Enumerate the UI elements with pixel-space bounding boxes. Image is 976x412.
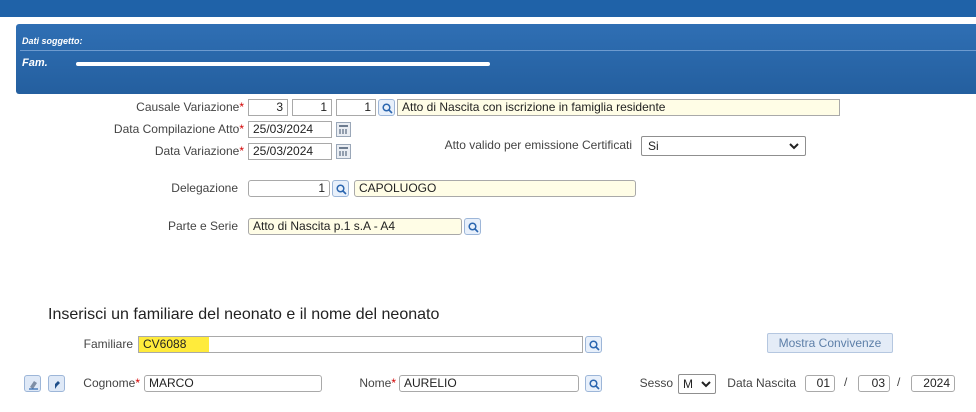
nome-search-button[interactable] bbox=[585, 375, 602, 392]
data-nascita-month-input[interactable]: 03 bbox=[858, 375, 890, 392]
familiare-label: Familiare bbox=[83, 337, 133, 351]
causale-code2-input[interactable]: 1 bbox=[292, 99, 332, 116]
family-label: Fam. bbox=[22, 57, 48, 69]
familiare-section-title: Inserisci un familiare del neonato e il … bbox=[48, 306, 440, 323]
atto-valido-label: Atto valido per emissione Certificati bbox=[444, 138, 632, 152]
data-nascita-year-input[interactable]: 2024 bbox=[911, 375, 955, 392]
causale-label: Causale Variazione* bbox=[136, 100, 244, 114]
nome-input[interactable]: AURELIO bbox=[399, 375, 579, 392]
parte-serie-search-button[interactable] bbox=[464, 218, 481, 235]
mostra-convivenze-button[interactable]: Mostra Convivenze bbox=[767, 333, 893, 353]
data-compilazione-input[interactable]: 25/03/2024 bbox=[248, 121, 332, 138]
familiare-input[interactable]: CV6088 bbox=[138, 336, 583, 353]
causale-search-button[interactable] bbox=[378, 99, 395, 116]
nome-label: Nome* bbox=[359, 376, 396, 390]
search-icon bbox=[382, 103, 393, 114]
familiare-search-button[interactable] bbox=[585, 336, 602, 353]
sesso-label: Sesso bbox=[639, 376, 673, 390]
clear-button[interactable] bbox=[24, 375, 41, 392]
pointer-icon bbox=[55, 381, 60, 389]
chevron-down-icon bbox=[701, 381, 711, 388]
data-variazione-label: Data Variazione* bbox=[154, 144, 244, 158]
parte-serie-label: Parte e Serie bbox=[167, 219, 238, 233]
select-button[interactable] bbox=[48, 375, 65, 392]
search-icon bbox=[468, 222, 479, 233]
search-icon bbox=[336, 184, 347, 195]
calendar-icon[interactable] bbox=[336, 122, 351, 137]
data-variazione-input[interactable]: 25/03/2024 bbox=[248, 143, 332, 160]
delegazione-description-field: CAPOLUOGO bbox=[354, 180, 636, 197]
chevron-down-icon bbox=[789, 143, 799, 150]
search-icon bbox=[589, 379, 600, 390]
calendar-icon[interactable] bbox=[336, 144, 351, 159]
data-nascita-day-input[interactable]: 01 bbox=[805, 375, 835, 392]
sesso-select[interactable]: M bbox=[678, 374, 716, 394]
data-nascita-label: Data Nascita bbox=[727, 376, 796, 390]
cognome-input[interactable]: MARCO bbox=[144, 375, 322, 392]
delegazione-code-input[interactable]: 1 bbox=[248, 180, 330, 197]
causale-description-field: Atto di Nascita con iscrizione in famigl… bbox=[397, 99, 840, 116]
subject-panel: Dati soggetto: Fam. bbox=[16, 24, 976, 94]
sesso-value: M bbox=[683, 377, 693, 391]
delegazione-label: Delegazione bbox=[171, 181, 238, 195]
causale-code3-input[interactable]: 1 bbox=[336, 99, 376, 116]
data-compilazione-label: Data Compilazione Atto* bbox=[113, 122, 244, 136]
eraser-icon bbox=[29, 381, 38, 390]
cognome-label: Cognome* bbox=[83, 376, 140, 390]
redaction-bar bbox=[76, 62, 490, 66]
date-separator: / bbox=[844, 375, 848, 389]
top-bar bbox=[0, 0, 976, 17]
search-icon bbox=[589, 340, 600, 351]
date-separator: / bbox=[897, 375, 901, 389]
panel-divider bbox=[20, 50, 976, 51]
panel-header: Dati soggetto: bbox=[22, 36, 83, 46]
delegazione-search-button[interactable] bbox=[332, 180, 349, 197]
atto-valido-select[interactable]: Si bbox=[641, 136, 806, 156]
atto-valido-value: Si bbox=[648, 139, 659, 153]
causale-code1-input[interactable]: 3 bbox=[248, 99, 288, 116]
parte-serie-field[interactable]: Atto di Nascita p.1 s.A - A4 bbox=[248, 218, 462, 235]
